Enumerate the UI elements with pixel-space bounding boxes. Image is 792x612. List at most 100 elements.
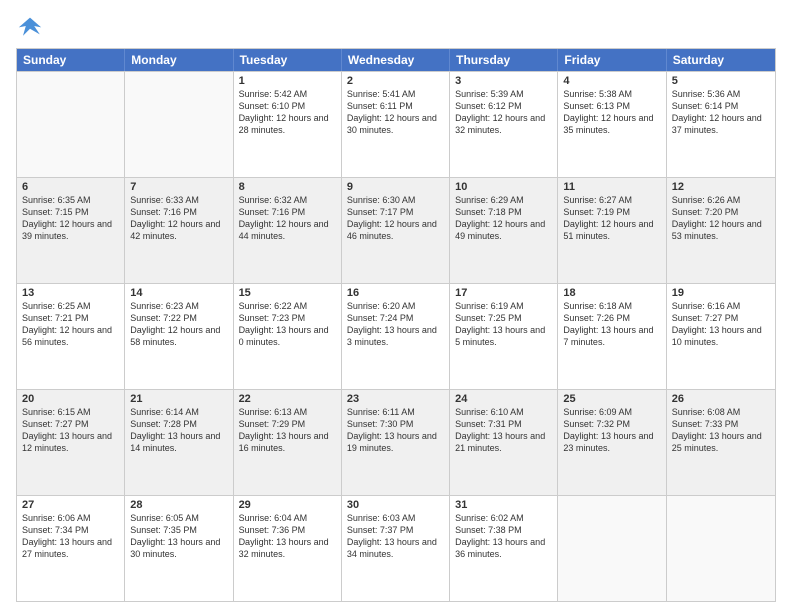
day-info: Sunrise: 6:27 AM Sunset: 7:19 PM Dayligh… [563,194,660,243]
day-info: Sunrise: 5:42 AM Sunset: 6:10 PM Dayligh… [239,88,336,137]
day-number: 14 [130,287,227,299]
calendar-week-4: 20Sunrise: 6:15 AM Sunset: 7:27 PM Dayli… [17,389,775,495]
day-info: Sunrise: 6:35 AM Sunset: 7:15 PM Dayligh… [22,194,119,243]
calendar-cell-31: 31Sunrise: 6:02 AM Sunset: 7:38 PM Dayli… [450,496,558,601]
day-info: Sunrise: 6:03 AM Sunset: 7:37 PM Dayligh… [347,512,444,561]
calendar-header-monday: Monday [125,49,233,71]
day-number: 23 [347,393,444,405]
day-number: 4 [563,75,660,87]
calendar-body: 1Sunrise: 5:42 AM Sunset: 6:10 PM Daylig… [17,71,775,601]
calendar-header-wednesday: Wednesday [342,49,450,71]
calendar-cell-9: 9Sunrise: 6:30 AM Sunset: 7:17 PM Daylig… [342,178,450,283]
day-info: Sunrise: 6:18 AM Sunset: 7:26 PM Dayligh… [563,300,660,349]
day-info: Sunrise: 6:13 AM Sunset: 7:29 PM Dayligh… [239,406,336,455]
calendar-cell-empty-0-1 [125,72,233,177]
day-number: 28 [130,499,227,511]
calendar-cell-18: 18Sunrise: 6:18 AM Sunset: 7:26 PM Dayli… [558,284,666,389]
calendar-cell-empty-4-5 [558,496,666,601]
day-info: Sunrise: 6:30 AM Sunset: 7:17 PM Dayligh… [347,194,444,243]
day-number: 8 [239,181,336,193]
calendar-cell-1: 1Sunrise: 5:42 AM Sunset: 6:10 PM Daylig… [234,72,342,177]
calendar-cell-12: 12Sunrise: 6:26 AM Sunset: 7:20 PM Dayli… [667,178,775,283]
calendar-cell-25: 25Sunrise: 6:09 AM Sunset: 7:32 PM Dayli… [558,390,666,495]
calendar-cell-6: 6Sunrise: 6:35 AM Sunset: 7:15 PM Daylig… [17,178,125,283]
day-info: Sunrise: 6:11 AM Sunset: 7:30 PM Dayligh… [347,406,444,455]
logo [16,12,48,40]
day-number: 20 [22,393,119,405]
calendar-header: SundayMondayTuesdayWednesdayThursdayFrid… [17,49,775,71]
day-number: 6 [22,181,119,193]
calendar: SundayMondayTuesdayWednesdayThursdayFrid… [16,48,776,602]
calendar-cell-4: 4Sunrise: 5:38 AM Sunset: 6:13 PM Daylig… [558,72,666,177]
calendar-header-tuesday: Tuesday [234,49,342,71]
calendar-cell-22: 22Sunrise: 6:13 AM Sunset: 7:29 PM Dayli… [234,390,342,495]
day-info: Sunrise: 6:33 AM Sunset: 7:16 PM Dayligh… [130,194,227,243]
calendar-header-saturday: Saturday [667,49,775,71]
calendar-week-5: 27Sunrise: 6:06 AM Sunset: 7:34 PM Dayli… [17,495,775,601]
day-number: 30 [347,499,444,511]
day-info: Sunrise: 6:14 AM Sunset: 7:28 PM Dayligh… [130,406,227,455]
day-number: 12 [672,181,770,193]
day-number: 5 [672,75,770,87]
calendar-week-2: 6Sunrise: 6:35 AM Sunset: 7:15 PM Daylig… [17,177,775,283]
day-number: 1 [239,75,336,87]
calendar-cell-26: 26Sunrise: 6:08 AM Sunset: 7:33 PM Dayli… [667,390,775,495]
calendar-cell-2: 2Sunrise: 5:41 AM Sunset: 6:11 PM Daylig… [342,72,450,177]
calendar-cell-3: 3Sunrise: 5:39 AM Sunset: 6:12 PM Daylig… [450,72,558,177]
day-number: 10 [455,181,552,193]
day-number: 27 [22,499,119,511]
day-number: 26 [672,393,770,405]
logo-bird-icon [16,12,44,40]
day-info: Sunrise: 6:22 AM Sunset: 7:23 PM Dayligh… [239,300,336,349]
day-info: Sunrise: 6:26 AM Sunset: 7:20 PM Dayligh… [672,194,770,243]
day-number: 31 [455,499,552,511]
calendar-cell-23: 23Sunrise: 6:11 AM Sunset: 7:30 PM Dayli… [342,390,450,495]
calendar-week-1: 1Sunrise: 5:42 AM Sunset: 6:10 PM Daylig… [17,71,775,177]
calendar-cell-7: 7Sunrise: 6:33 AM Sunset: 7:16 PM Daylig… [125,178,233,283]
calendar-cell-11: 11Sunrise: 6:27 AM Sunset: 7:19 PM Dayli… [558,178,666,283]
calendar-cell-30: 30Sunrise: 6:03 AM Sunset: 7:37 PM Dayli… [342,496,450,601]
day-number: 7 [130,181,227,193]
calendar-cell-13: 13Sunrise: 6:25 AM Sunset: 7:21 PM Dayli… [17,284,125,389]
calendar-cell-24: 24Sunrise: 6:10 AM Sunset: 7:31 PM Dayli… [450,390,558,495]
calendar-cell-14: 14Sunrise: 6:23 AM Sunset: 7:22 PM Dayli… [125,284,233,389]
day-number: 24 [455,393,552,405]
day-info: Sunrise: 5:38 AM Sunset: 6:13 PM Dayligh… [563,88,660,137]
day-info: Sunrise: 6:16 AM Sunset: 7:27 PM Dayligh… [672,300,770,349]
calendar-cell-empty-4-6 [667,496,775,601]
day-info: Sunrise: 6:10 AM Sunset: 7:31 PM Dayligh… [455,406,552,455]
day-info: Sunrise: 6:25 AM Sunset: 7:21 PM Dayligh… [22,300,119,349]
day-info: Sunrise: 6:06 AM Sunset: 7:34 PM Dayligh… [22,512,119,561]
day-info: Sunrise: 6:05 AM Sunset: 7:35 PM Dayligh… [130,512,227,561]
calendar-cell-5: 5Sunrise: 5:36 AM Sunset: 6:14 PM Daylig… [667,72,775,177]
calendar-cell-21: 21Sunrise: 6:14 AM Sunset: 7:28 PM Dayli… [125,390,233,495]
day-number: 25 [563,393,660,405]
day-info: Sunrise: 6:15 AM Sunset: 7:27 PM Dayligh… [22,406,119,455]
day-number: 15 [239,287,336,299]
day-info: Sunrise: 6:23 AM Sunset: 7:22 PM Dayligh… [130,300,227,349]
day-number: 17 [455,287,552,299]
calendar-cell-28: 28Sunrise: 6:05 AM Sunset: 7:35 PM Dayli… [125,496,233,601]
day-info: Sunrise: 6:04 AM Sunset: 7:36 PM Dayligh… [239,512,336,561]
calendar-header-thursday: Thursday [450,49,558,71]
day-info: Sunrise: 6:32 AM Sunset: 7:16 PM Dayligh… [239,194,336,243]
day-number: 13 [22,287,119,299]
day-info: Sunrise: 6:19 AM Sunset: 7:25 PM Dayligh… [455,300,552,349]
day-number: 3 [455,75,552,87]
day-number: 22 [239,393,336,405]
calendar-cell-8: 8Sunrise: 6:32 AM Sunset: 7:16 PM Daylig… [234,178,342,283]
day-info: Sunrise: 6:29 AM Sunset: 7:18 PM Dayligh… [455,194,552,243]
calendar-week-3: 13Sunrise: 6:25 AM Sunset: 7:21 PM Dayli… [17,283,775,389]
day-number: 11 [563,181,660,193]
calendar-cell-19: 19Sunrise: 6:16 AM Sunset: 7:27 PM Dayli… [667,284,775,389]
day-number: 2 [347,75,444,87]
day-info: Sunrise: 5:36 AM Sunset: 6:14 PM Dayligh… [672,88,770,137]
day-number: 16 [347,287,444,299]
calendar-cell-29: 29Sunrise: 6:04 AM Sunset: 7:36 PM Dayli… [234,496,342,601]
day-info: Sunrise: 6:20 AM Sunset: 7:24 PM Dayligh… [347,300,444,349]
day-number: 29 [239,499,336,511]
header [16,12,776,40]
day-info: Sunrise: 6:02 AM Sunset: 7:38 PM Dayligh… [455,512,552,561]
calendar-cell-empty-0-0 [17,72,125,177]
calendar-header-sunday: Sunday [17,49,125,71]
